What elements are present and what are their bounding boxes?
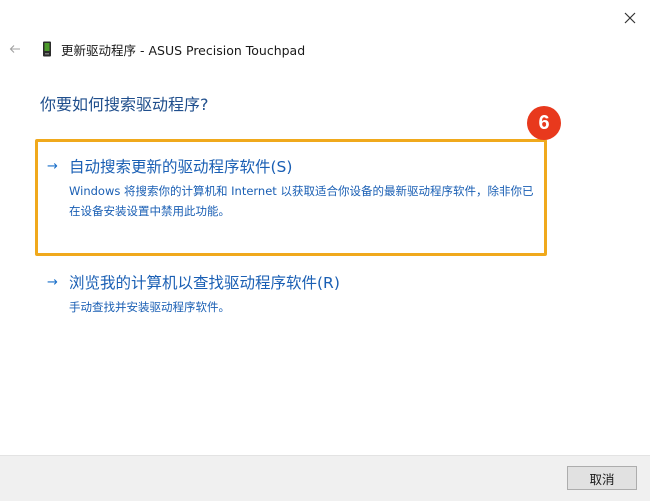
update-driver-dialog: 更新驱动程序 - ASUS Precision Touchpad 你要如何搜索驱… (0, 0, 650, 501)
option-description: 手动查找并安装驱动程序软件。 (69, 300, 230, 314)
back-arrow-icon (9, 45, 20, 53)
search-automatically-option[interactable]: → 自动搜索更新的驱动程序软件(S) Windows 将搜索你的计算机和 Int… (47, 155, 537, 221)
right-arrow-icon: → (47, 158, 58, 174)
option-description: Windows 将搜索你的计算机和 Internet 以获取适合你设备的最新驱动… (69, 184, 534, 218)
option-title: 自动搜索更新的驱动程序软件(S) (69, 158, 293, 176)
back-button[interactable] (4, 38, 26, 60)
dialog-footer: 取消 (0, 455, 650, 501)
browse-computer-option[interactable]: → 浏览我的计算机以查找驱动程序软件(R) 手动查找并安装驱动程序软件。 (47, 271, 537, 317)
device-icon (43, 41, 51, 57)
right-arrow-icon: → (47, 274, 58, 290)
window-title: 更新驱动程序 - ASUS Precision Touchpad (61, 43, 306, 58)
step-badge: 6 (527, 106, 561, 140)
close-icon (624, 12, 636, 24)
close-button[interactable] (614, 4, 646, 32)
cancel-button[interactable]: 取消 (567, 466, 637, 490)
page-heading: 你要如何搜索驱动程序? (40, 95, 209, 114)
option-title: 浏览我的计算机以查找驱动程序软件(R) (69, 274, 340, 292)
